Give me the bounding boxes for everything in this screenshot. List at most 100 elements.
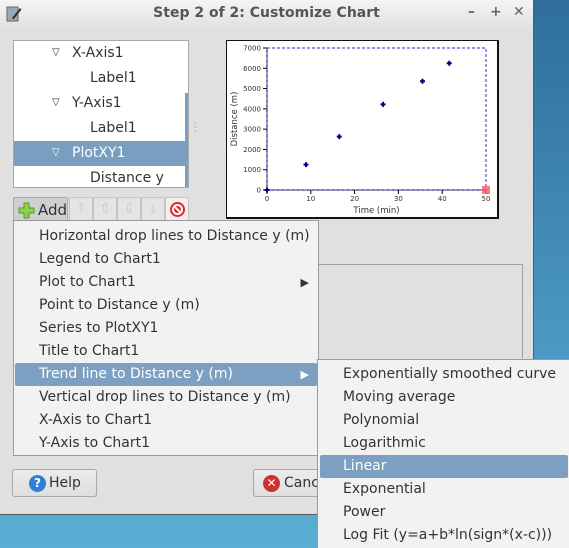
submenu-item-label: Log Fit (y=a+b*ln(sign*(x-c))) <box>343 527 553 543</box>
y-tick-label: 3000 <box>243 126 261 134</box>
move-down-icon: ⇩ <box>123 201 135 217</box>
tree-item-label: Y-Axis1 <box>72 95 122 111</box>
tree-item-label: X-Axis1 <box>72 45 124 61</box>
menu-item-legend[interactable]: Legend to Chart1 <box>15 248 317 271</box>
plot-selection-frame <box>266 47 487 191</box>
submenu-item-label: Exponentially smoothed curve <box>343 366 557 382</box>
menu-item-label: Y-Axis to Chart1 <box>39 435 151 451</box>
expand-triangle-icon[interactable]: ▽ <box>52 141 60 165</box>
menu-item-vertical-drop-lines[interactable]: Vertical drop lines to Distance y (m) <box>15 386 317 409</box>
move-bottom-button[interactable]: ⤓ <box>141 197 165 222</box>
window-title: Step 2 of 2: Customize Chart <box>153 5 380 21</box>
submenu-arrow-icon: ▶ <box>300 276 309 289</box>
data-point <box>446 60 452 66</box>
add-button[interactable]: Add <box>13 197 68 222</box>
add-button-label: Add <box>38 201 68 219</box>
resize-handle <box>482 186 490 194</box>
menu-item-label: Title to Chart1 <box>39 343 140 359</box>
submenu-item-power[interactable]: Power <box>320 501 568 524</box>
minimize-button[interactable]: – <box>468 4 475 20</box>
maximize-button[interactable]: + <box>490 4 502 20</box>
splitter-grip-icon[interactable]: · · · <box>194 120 200 136</box>
tree-item-label: Label1 <box>90 70 137 86</box>
menu-item-point[interactable]: Point to Distance y (m) <box>15 294 317 317</box>
menu-item-horizontal-drop-lines[interactable]: Horizontal drop lines to Distance y (m) <box>15 225 317 248</box>
tree-item-label: PlotXY1 <box>72 145 126 161</box>
delete-button[interactable] <box>165 197 189 222</box>
menu-item-label: Legend to Chart1 <box>39 251 161 267</box>
submenu-item-exp-smoothed[interactable]: Exponentially smoothed curve <box>320 363 568 386</box>
tree-item-y-axis-label[interactable]: Label1 <box>14 116 186 141</box>
submenu-item-moving-average[interactable]: Moving average <box>320 386 568 409</box>
y-tick-label: 0 <box>257 187 261 195</box>
y-tick-label: 4000 <box>243 105 261 113</box>
tree-item-x-axis-label[interactable]: Label1 <box>14 66 186 91</box>
y-tick-label: 2000 <box>243 146 261 154</box>
submenu-item-exponential[interactable]: Exponential <box>320 478 568 501</box>
submenu-item-linear[interactable]: Linear <box>320 455 568 478</box>
help-icon: ? <box>29 475 46 492</box>
submenu-item-label: Power <box>343 504 386 520</box>
x-axis-label: Time (min) <box>352 206 399 216</box>
expand-triangle-icon[interactable]: ▽ <box>52 41 60 65</box>
menu-item-title[interactable]: Title to Chart1 <box>15 340 317 363</box>
data-point <box>264 187 270 193</box>
submenu-item-label: Linear <box>343 458 387 474</box>
tree-item-y-axis[interactable]: ▽ Y-Axis1 <box>14 91 186 116</box>
y-tick-label: 5000 <box>243 85 261 93</box>
menu-item-label: Horizontal drop lines to Distance y (m) <box>39 228 310 244</box>
help-button[interactable]: ? Help <box>12 469 97 497</box>
menu-item-label: Point to Distance y (m) <box>39 297 200 313</box>
chart-element-tree[interactable]: ▽ X-Axis1 Label1 ▽ Y-Axis1 Label1 ▽ Plot… <box>13 40 189 188</box>
submenu-item-label: Exponential <box>343 481 426 497</box>
move-up-button[interactable]: ⇧ <box>93 197 117 222</box>
data-point <box>336 134 342 140</box>
tree-item-plotxy[interactable]: ▽ PlotXY1 <box>14 141 186 166</box>
submenu-item-label: Moving average <box>343 389 456 405</box>
menu-item-label: Trend line to Distance y (m) <box>39 366 233 382</box>
tree-item-label: Label1 <box>90 120 137 136</box>
data-point <box>380 101 386 107</box>
submenu-item-logarithmic[interactable]: Logarithmic <box>320 432 568 455</box>
properties-panel <box>318 264 523 358</box>
submenu-item-label: Polynomial <box>343 412 420 428</box>
add-dropdown-menu: Horizontal drop lines to Distance y (m) … <box>13 220 319 456</box>
menu-item-series[interactable]: Series to PlotXY1 <box>15 317 317 340</box>
menu-item-label: X-Axis to Chart1 <box>39 412 153 428</box>
move-up-icon: ⇧ <box>99 201 111 217</box>
tree-item-distance-series[interactable]: Distance y (m) <box>14 166 186 187</box>
trend-line-submenu: Exponentially smoothed curve Moving aver… <box>317 359 569 548</box>
delete-icon <box>170 202 185 217</box>
move-down-button[interactable]: ⇩ <box>117 197 141 222</box>
title-bar[interactable]: Step 2 of 2: Customize Chart – + ✕ <box>0 0 533 27</box>
help-button-label: Help <box>49 475 81 491</box>
plus-icon <box>18 202 35 219</box>
x-tick-label: 0 <box>265 195 269 203</box>
chart-preview[interactable]: 0 10 20 30 40 50 0 1000 2000 3000 4000 5000 6000 7000… <box>226 40 499 219</box>
move-bottom-icon: ⤓ <box>149 201 157 217</box>
scatter-chart: 0 10 20 30 40 50 0 1000 2000 3000 4000 5000 6000 7000… <box>230 45 491 217</box>
menu-item-x-axis[interactable]: X-Axis to Chart1 <box>15 409 317 432</box>
close-button[interactable]: ✕ <box>513 4 525 20</box>
submenu-arrow-icon: ▶ <box>300 368 309 381</box>
tree-item-x-axis[interactable]: ▽ X-Axis1 <box>14 41 186 66</box>
expand-triangle-icon[interactable]: ▽ <box>52 91 60 115</box>
tree-item-label: Distance y (m) <box>90 170 164 186</box>
x-tick-label: 40 <box>438 195 447 203</box>
y-tick-label: 1000 <box>243 166 261 174</box>
menu-item-y-axis[interactable]: Y-Axis to Chart1 <box>15 432 317 455</box>
data-point <box>419 78 425 84</box>
move-top-button[interactable]: ⤒ <box>69 197 93 222</box>
menu-item-trend-line[interactable]: Trend line to Distance y (m) ▶ <box>15 363 317 386</box>
move-top-icon: ⤒ <box>77 201 85 217</box>
x-tick-label: 50 <box>482 195 491 203</box>
cancel-icon: ✕ <box>263 475 280 492</box>
tree-scrollbar[interactable] <box>185 93 188 187</box>
x-tick-label: 30 <box>394 195 403 203</box>
y-tick-label: 6000 <box>243 65 261 73</box>
menu-item-label: Vertical drop lines to Distance y (m) <box>39 389 291 405</box>
menu-item-label: Series to PlotXY1 <box>39 320 159 336</box>
menu-item-plot[interactable]: Plot to Chart1 ▶ <box>15 271 317 294</box>
submenu-item-log-fit[interactable]: Log Fit (y=a+b*ln(sign*(x-c))) <box>320 524 568 547</box>
submenu-item-polynomial[interactable]: Polynomial <box>320 409 568 432</box>
